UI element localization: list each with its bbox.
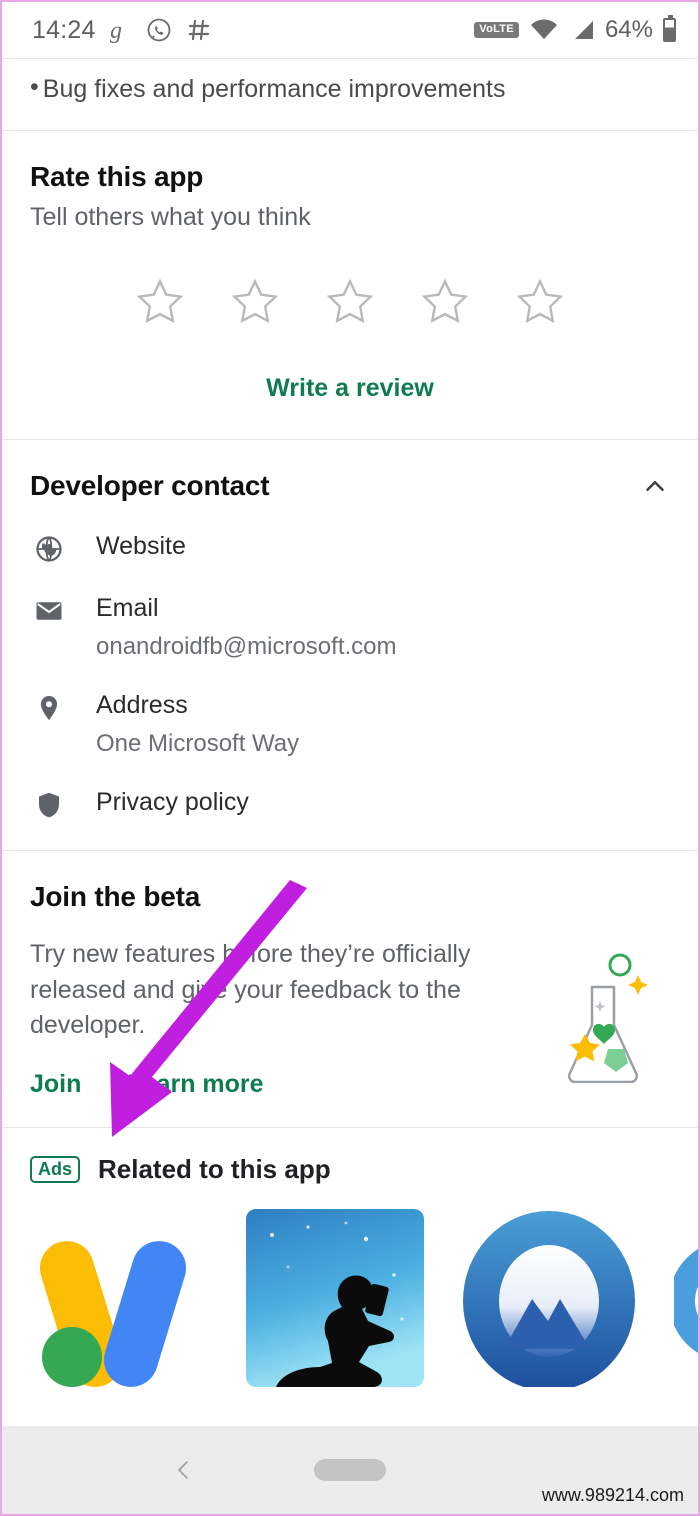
contact-texts-address: Address One Microsoft Way bbox=[96, 691, 299, 758]
developer-contact-section: Developer contact Website Email onandroi… bbox=[2, 440, 698, 850]
contact-label-privacy-policy: Privacy policy bbox=[96, 788, 249, 816]
contact-texts-privacy: Privacy policy bbox=[96, 788, 249, 817]
google-pay-icon: g bbox=[110, 17, 132, 43]
join-beta-section: Join the beta Try new features before th… bbox=[2, 851, 698, 1127]
related-apps-row[interactable] bbox=[30, 1208, 698, 1387]
contact-row-email[interactable]: Email onandroidfb@microsoft.com bbox=[30, 594, 670, 661]
join-beta-body: Try new features before they’re official… bbox=[30, 913, 670, 1099]
battery-percent-label: 64% bbox=[604, 16, 653, 43]
join-button[interactable]: Join bbox=[30, 1070, 81, 1099]
blue-ring-app-icon[interactable] bbox=[674, 1209, 700, 1387]
star-2[interactable] bbox=[229, 276, 281, 328]
contact-label-email: Email bbox=[96, 594, 159, 622]
star-5[interactable] bbox=[514, 276, 566, 328]
contact-texts-website: Website bbox=[96, 532, 186, 561]
developer-contact-title: Developer contact bbox=[30, 470, 270, 501]
star-4[interactable] bbox=[419, 276, 471, 328]
whatsapp-icon bbox=[146, 17, 172, 43]
star-rating-row[interactable] bbox=[30, 276, 670, 328]
related-ads-section: Ads Related to this app bbox=[2, 1128, 698, 1387]
star-1[interactable] bbox=[134, 276, 186, 328]
rate-app-section: Rate this app Tell others what you think… bbox=[2, 131, 698, 439]
status-bar-right: VoLTE 64% bbox=[474, 15, 676, 44]
related-ads-header: Ads Related to this app bbox=[30, 1154, 670, 1185]
status-bar: 14:24 g VoLTE 64% bbox=[2, 2, 698, 58]
contact-texts-email: Email onandroidfb@microsoft.com bbox=[96, 594, 397, 661]
rate-app-subtitle: Tell others what you think bbox=[30, 203, 311, 231]
contact-row-website[interactable]: Website bbox=[30, 532, 670, 564]
join-beta-title: Join the beta bbox=[30, 881, 201, 912]
related-ads-title: Related to this app bbox=[98, 1153, 331, 1184]
shield-icon bbox=[30, 788, 68, 820]
wifi-icon bbox=[529, 18, 559, 42]
beaker-icon bbox=[567, 953, 648, 1083]
chevron-up-icon[interactable] bbox=[640, 471, 670, 501]
join-beta-links: Join Learn more bbox=[30, 1070, 500, 1099]
contact-label-website: Website bbox=[96, 532, 186, 560]
svg-text:g: g bbox=[110, 18, 122, 43]
whats-new-bullet-row: • Bug fixes and performance improvements bbox=[2, 59, 698, 130]
contact-label-address: Address bbox=[96, 691, 188, 719]
contact-row-privacy-policy[interactable]: Privacy policy bbox=[30, 788, 670, 820]
signal-icon bbox=[569, 18, 595, 42]
email-icon bbox=[30, 594, 68, 626]
battery-icon bbox=[663, 15, 676, 42]
write-review-row: Write a review bbox=[30, 374, 670, 403]
developer-contact-header[interactable]: Developer contact bbox=[30, 470, 670, 502]
status-bar-clock: 14:24 bbox=[32, 15, 96, 44]
join-beta-description: Try new features before they’re official… bbox=[30, 940, 471, 1039]
rate-app-title: Rate this app bbox=[30, 161, 204, 192]
back-chevron-icon[interactable] bbox=[172, 1458, 196, 1482]
android-nav-bar: www.989214.com bbox=[2, 1426, 698, 1514]
home-pill-icon[interactable] bbox=[314, 1459, 386, 1481]
whats-new-text: Bug fixes and performance improvements bbox=[42, 75, 506, 103]
contact-value-email: onandroidfb@microsoft.com bbox=[96, 633, 397, 660]
volte-badge: VoLTE bbox=[474, 22, 519, 38]
join-beta-text: Try new features before they’re official… bbox=[30, 913, 500, 1099]
reading-boy-app-icon[interactable] bbox=[246, 1208, 424, 1387]
watermark-label: www.989214.com bbox=[541, 1485, 684, 1505]
slack-icon bbox=[186, 17, 212, 43]
star-3[interactable] bbox=[324, 276, 376, 328]
ads-badge: Ads bbox=[30, 1155, 81, 1183]
google-ads-app-icon[interactable] bbox=[32, 1208, 210, 1387]
phone-screen: 14:24 g VoLTE 64% • Bug fixes and perfor… bbox=[0, 0, 700, 1516]
learn-more-button[interactable]: Learn more bbox=[127, 1070, 263, 1099]
location-pin-icon bbox=[30, 691, 68, 723]
status-bar-left: 14:24 g bbox=[32, 16, 212, 45]
nordvpn-app-icon[interactable] bbox=[460, 1209, 638, 1387]
contact-row-address[interactable]: Address One Microsoft Way bbox=[30, 691, 670, 758]
globe-icon bbox=[30, 532, 68, 564]
bullet-icon: • bbox=[30, 73, 39, 101]
write-review-button[interactable]: Write a review bbox=[266, 374, 434, 402]
contact-value-address: One Microsoft Way bbox=[96, 730, 300, 757]
